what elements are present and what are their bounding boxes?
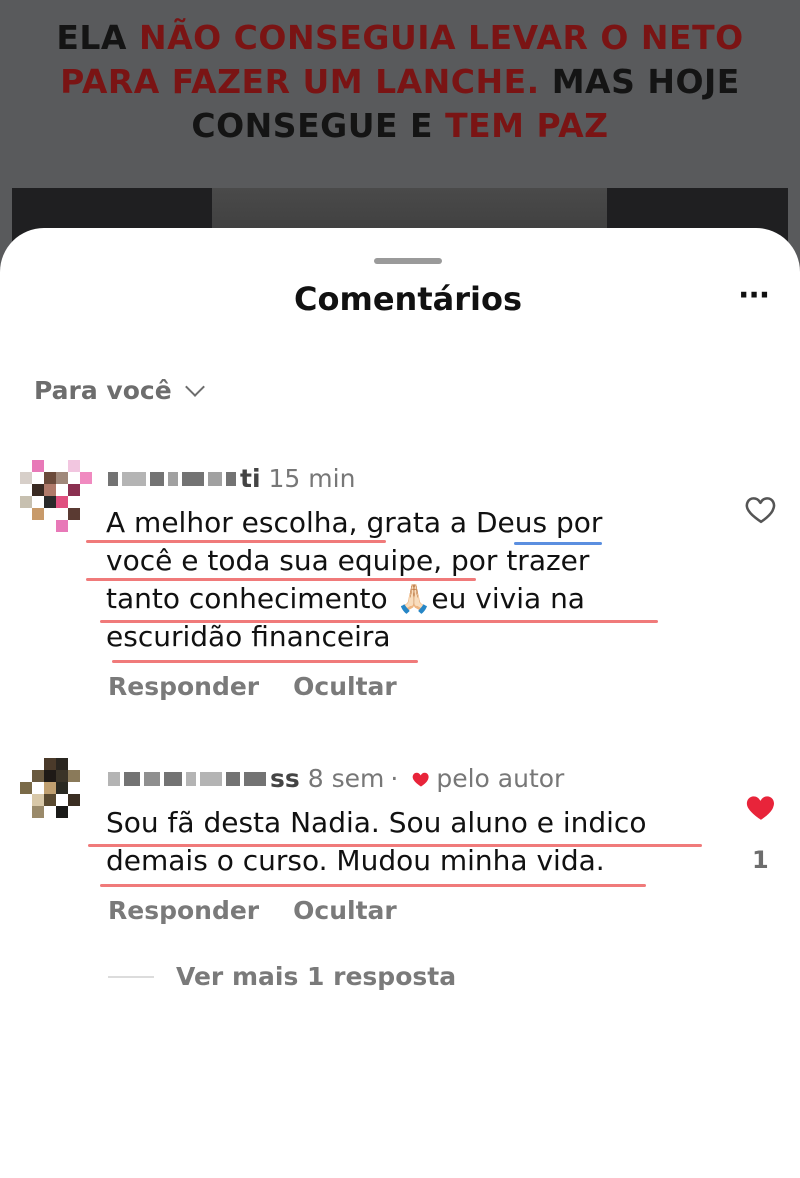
caption-part: PARA FAZER UM LANCHE. — [60, 62, 540, 101]
filter-label: Para você — [34, 376, 172, 405]
drag-handle[interactable] — [374, 258, 442, 264]
author-name-tail: ss — [270, 764, 300, 793]
view-more-replies[interactable]: Ver mais 1 resposta — [108, 962, 456, 991]
comment-text: Sou fã desta Nadia. Sou aluno e indico d… — [106, 806, 647, 877]
reply-button[interactable]: Responder — [108, 672, 259, 701]
comment-time: 15 min — [268, 464, 356, 493]
highlight-underline — [514, 542, 602, 545]
chevron-down-icon — [184, 376, 205, 397]
comment-actions: Responder Ocultar — [108, 896, 397, 925]
author-heart-icon — [413, 772, 429, 786]
author-name[interactable]: ss — [108, 764, 300, 793]
heart-outline-icon[interactable] — [744, 492, 778, 526]
liked-by-author: pelo autor — [436, 764, 565, 793]
video-caption: ELA NÃO CONSEGUIA LEVAR O NETO PARA FAZE… — [0, 16, 800, 148]
comments-sheet: Comentários ··· Para você ti 15 min A me… — [0, 228, 800, 1178]
comment-actions: Responder Ocultar — [108, 672, 397, 701]
sheet-title: Comentários — [294, 280, 522, 318]
comment-meta: ti 15 min — [108, 464, 355, 493]
author-name[interactable]: ti — [108, 464, 261, 493]
highlight-underline — [112, 660, 418, 663]
avatar[interactable] — [18, 758, 82, 836]
thread-line — [108, 975, 154, 978]
highlight-underline — [100, 620, 658, 623]
hide-button[interactable]: Ocultar — [293, 896, 397, 925]
avatar[interactable] — [18, 460, 92, 538]
view-more-replies-label: Ver mais 1 resposta — [176, 962, 457, 991]
highlight-underline — [88, 844, 702, 847]
caption-part: TEM PAZ — [445, 106, 609, 145]
author-name-tail: ti — [240, 464, 261, 493]
caption-part: NÃO CONSEGUIA LEVAR O NETO — [138, 18, 744, 57]
more-horizontal-icon[interactable]: ··· — [738, 281, 778, 312]
highlight-underline — [86, 540, 386, 543]
heart-filled-icon[interactable] — [744, 790, 778, 824]
highlight-underline — [86, 578, 476, 581]
caption-part: MAS HOJE — [539, 62, 740, 101]
comment-time: 8 sem — [307, 764, 385, 793]
comment-meta: ss 8 sem · pelo autor — [108, 764, 564, 793]
caption-part: CONSEGUE E — [191, 106, 446, 145]
filter-dropdown[interactable]: Para você — [34, 376, 205, 405]
hide-button[interactable]: Ocultar — [293, 672, 397, 701]
like-count: 1 — [752, 846, 769, 874]
reply-button[interactable]: Responder — [108, 896, 259, 925]
highlight-underline — [100, 884, 646, 887]
caption-part: ELA — [56, 18, 139, 57]
separator-dot: · — [390, 764, 399, 793]
